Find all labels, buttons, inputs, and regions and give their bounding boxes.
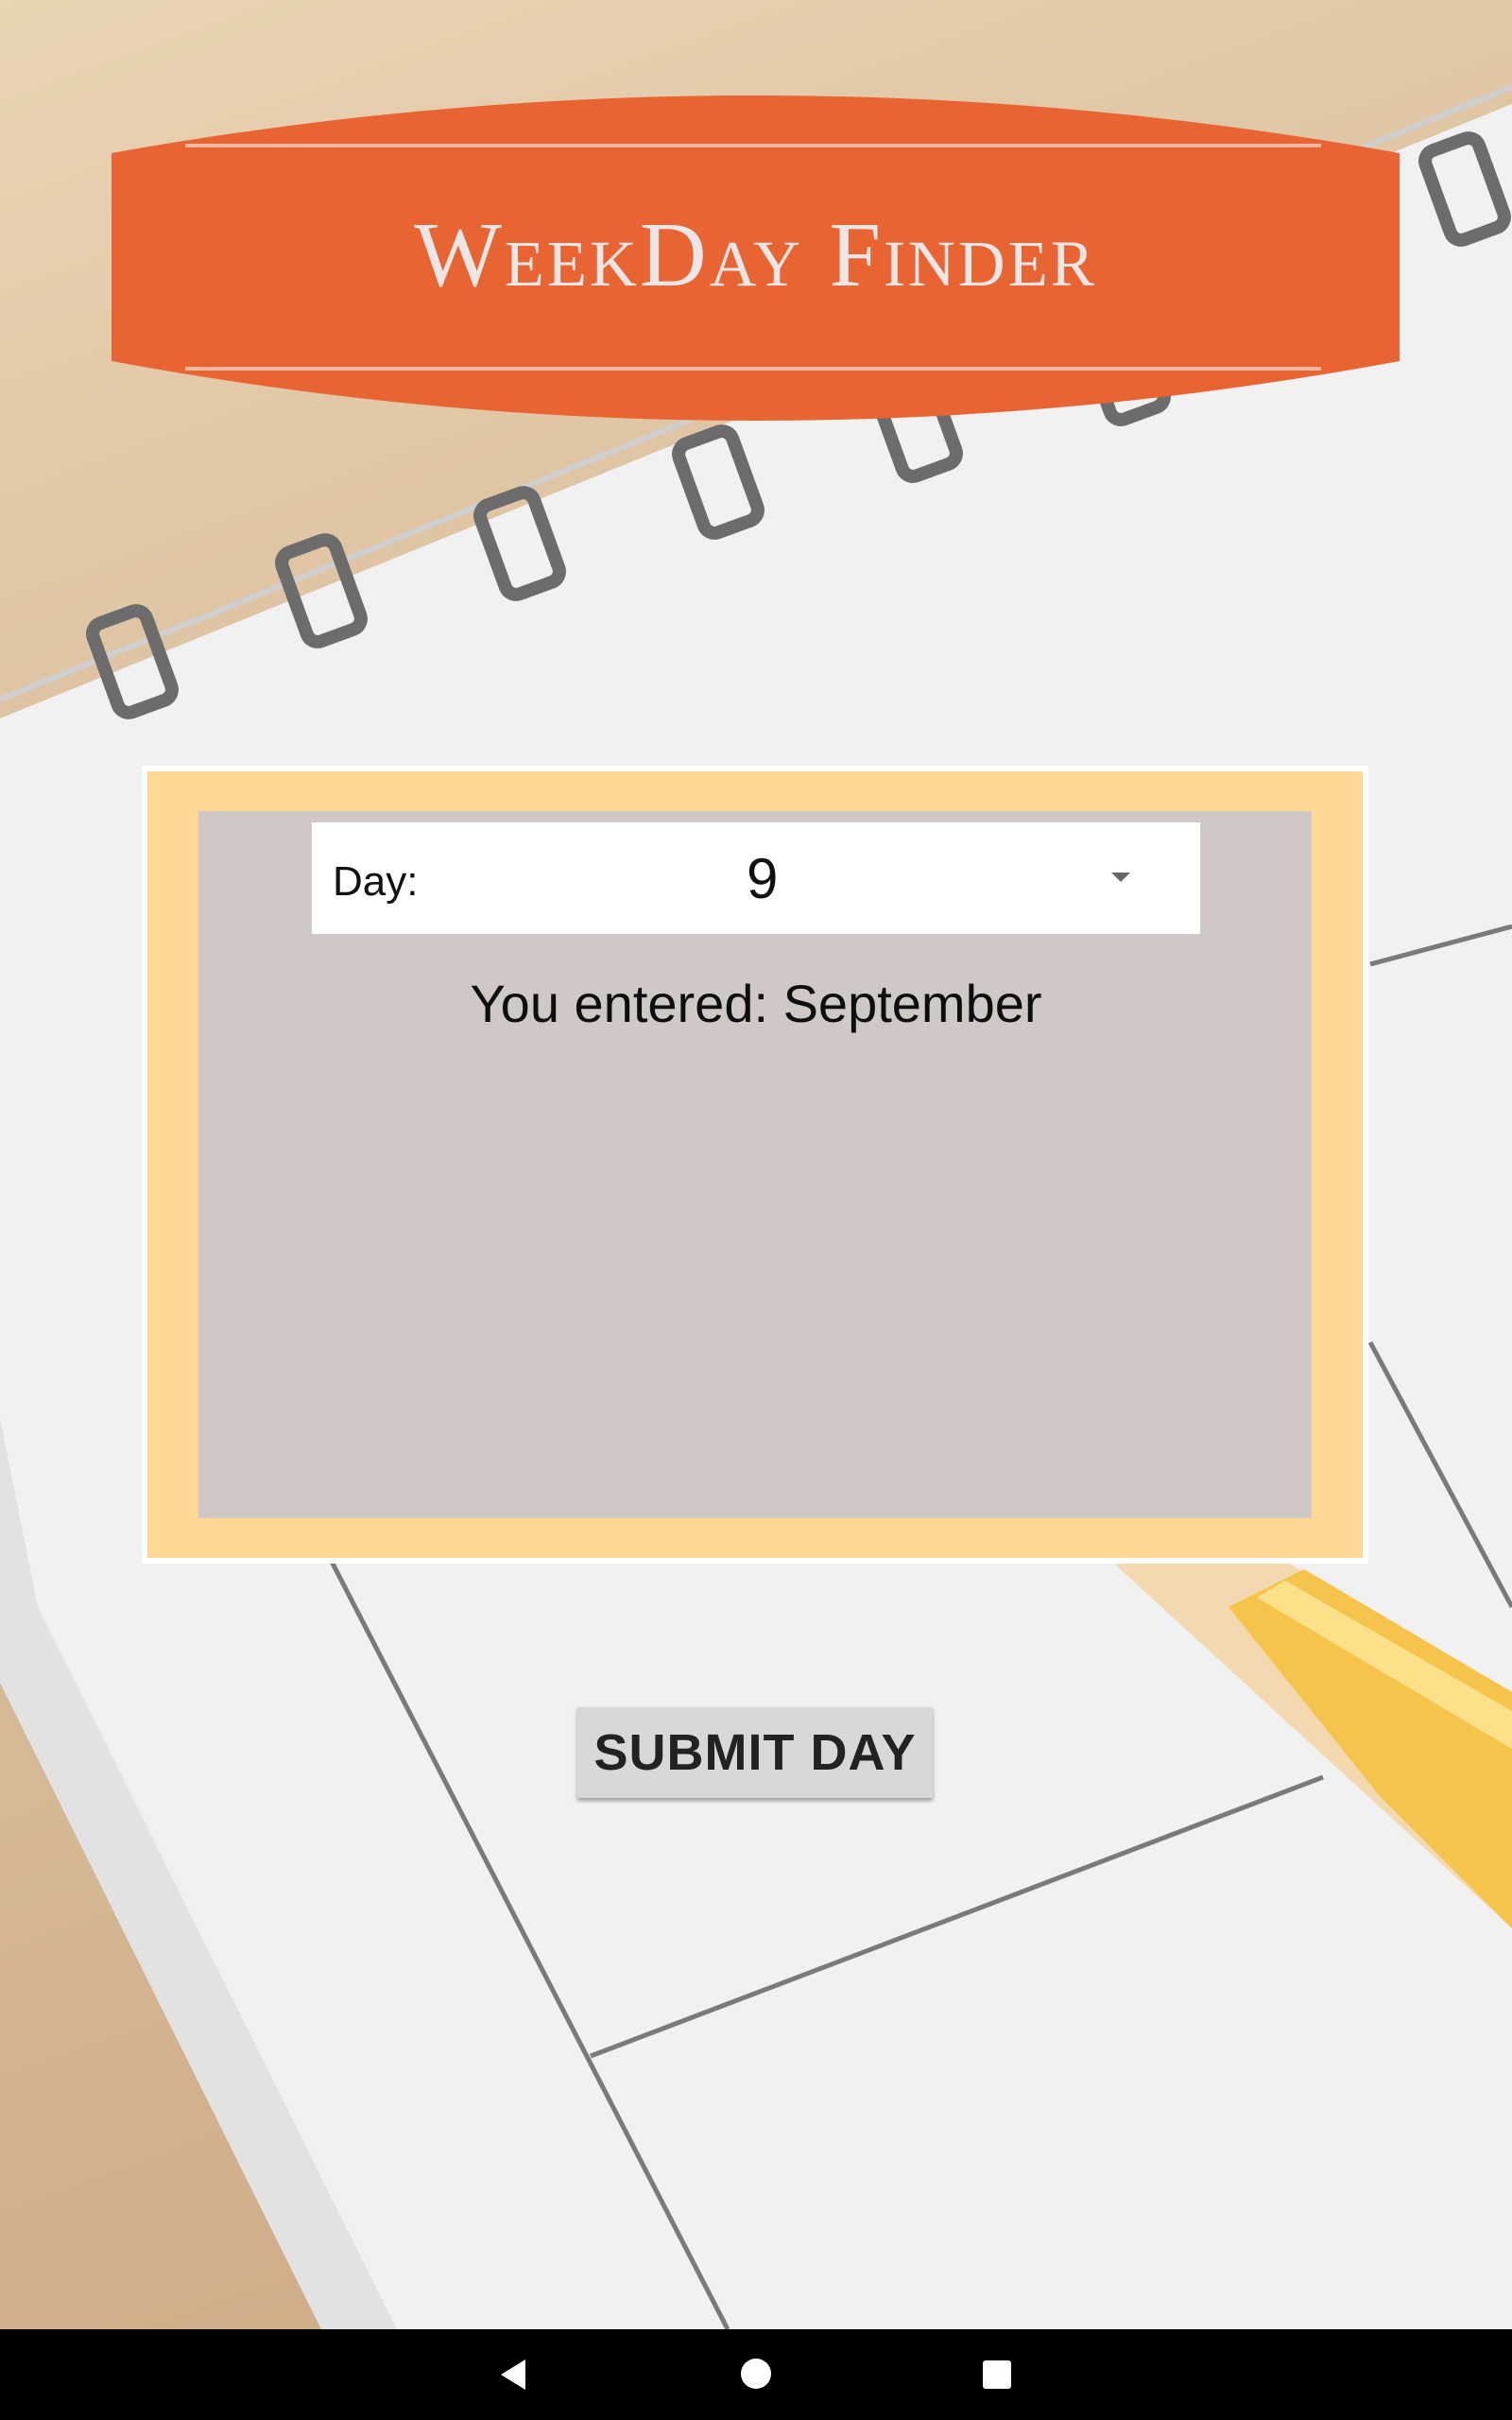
app-title-container: WeekDay Finder — [112, 202, 1400, 308]
submit-day-button[interactable]: SUBMIT DAY — [577, 1707, 933, 1798]
day-label: Day: — [333, 858, 419, 905]
dropdown-arrow-icon[interactable] — [1111, 873, 1130, 882]
back-icon[interactable] — [501, 2360, 525, 2390]
recents-icon[interactable] — [983, 2360, 1011, 2389]
entered-message: You entered: September — [470, 974, 1042, 1033]
app-title: WeekDay Finder — [414, 204, 1097, 306]
day-selected-value[interactable]: 9 — [747, 849, 778, 909]
system-nav-bar — [0, 2329, 1512, 2420]
day-dropdown[interactable]: Day: 9 — [312, 822, 1200, 934]
home-icon[interactable] — [741, 2359, 771, 2389]
